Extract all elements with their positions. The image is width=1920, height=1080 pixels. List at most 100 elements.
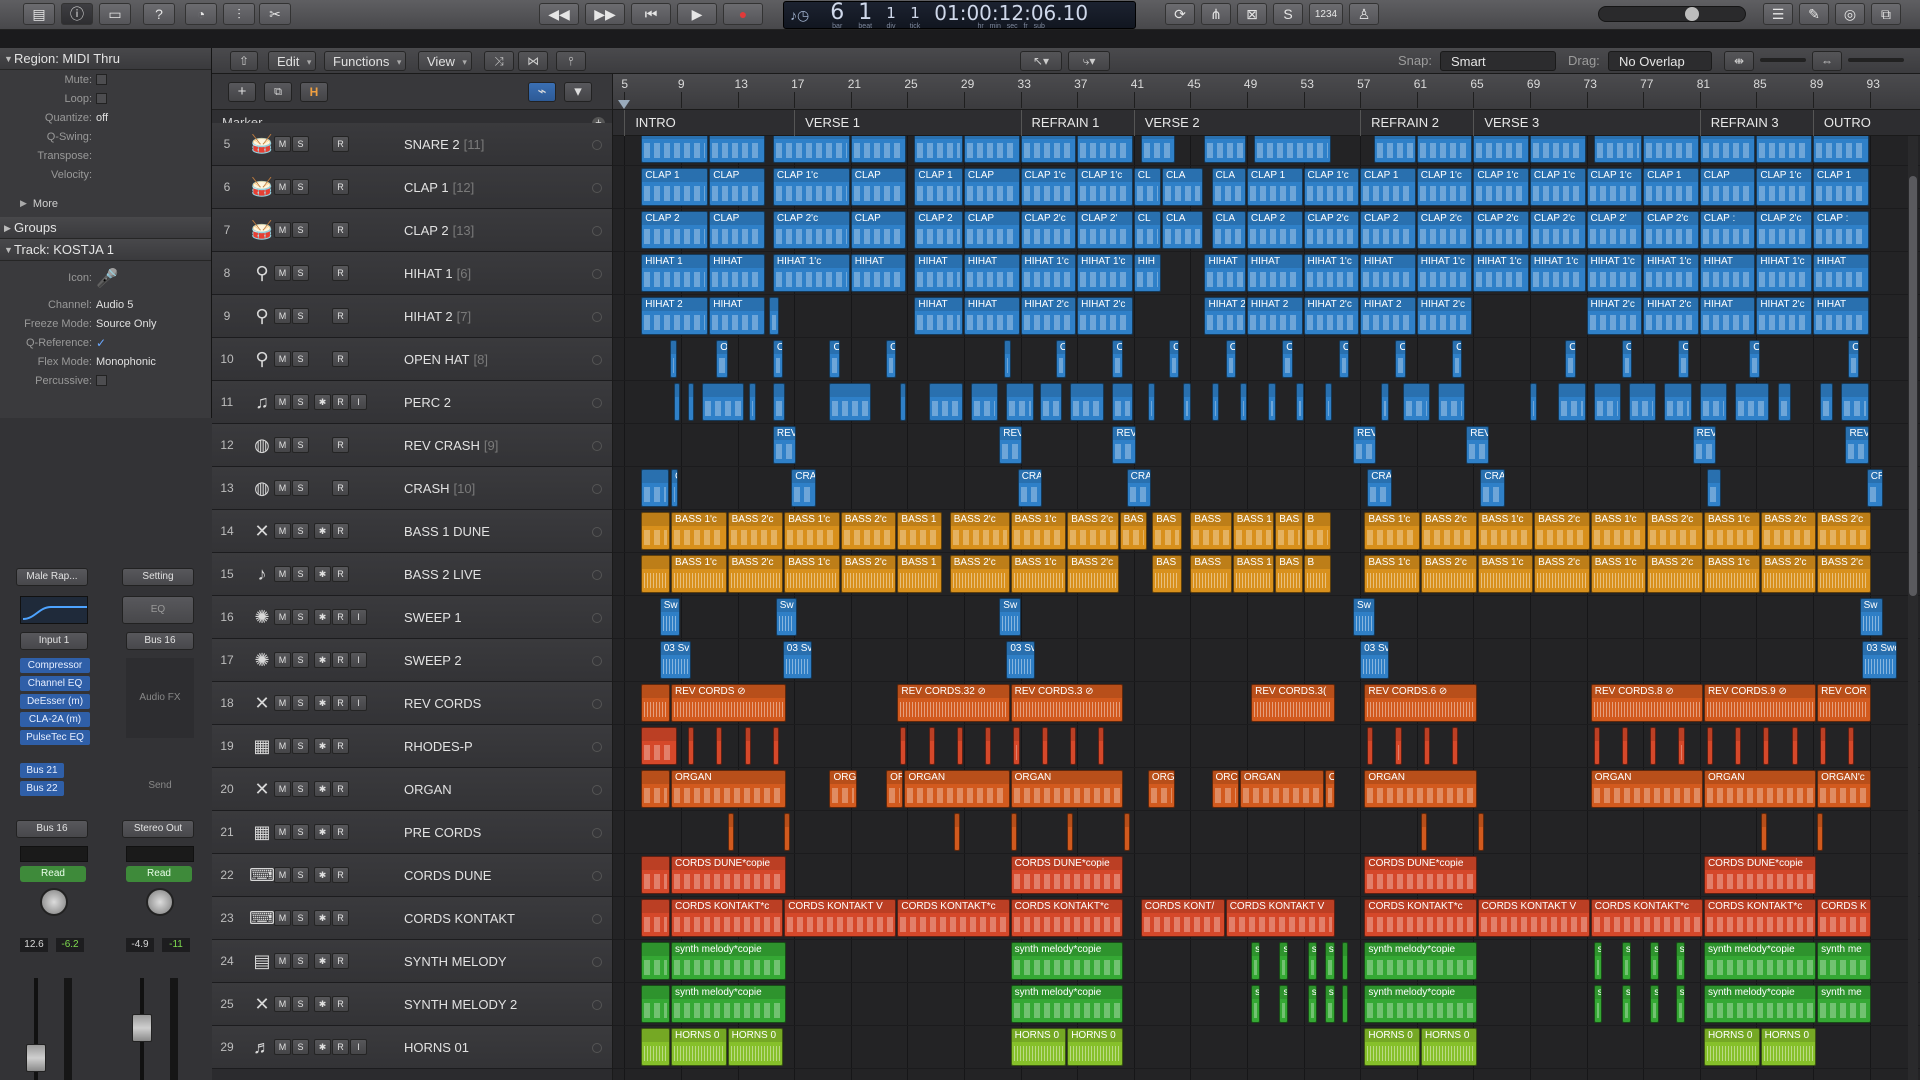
freeze-button[interactable]: ✱	[314, 867, 331, 883]
region-inspector-header[interactable]: ▼ Region: MIDI Thru	[0, 48, 211, 70]
region[interactable]: BASS 1'c	[1364, 555, 1420, 593]
mute-button[interactable]: M	[274, 179, 291, 195]
marker-refrain-1[interactable]: REFRAIN 1	[1020, 110, 1134, 136]
region[interactable]: CLAP	[850, 168, 907, 206]
region[interactable]: BASS 1'c	[1364, 512, 1420, 550]
region[interactable]: BASS 2'c	[1067, 512, 1119, 550]
input-slot[interactable]: Bus 16	[126, 632, 194, 650]
eq-slot[interactable]: EQ	[122, 596, 194, 624]
record-enable-button[interactable]: R	[332, 222, 349, 238]
track-header-clap-1[interactable]: 6 🥁 M S R CLAP 1 [12]	[212, 166, 612, 209]
region[interactable]: BAS	[1152, 512, 1183, 550]
region[interactable]: 03 Swe	[1862, 641, 1897, 679]
track-header-horns-01[interactable]: 29 ♬ M S ✱ R I HORNS 01	[212, 1026, 612, 1069]
pan-knob[interactable]	[146, 888, 174, 916]
region[interactable]: SN	[1140, 136, 1176, 163]
group-slot[interactable]	[126, 846, 194, 862]
bar-ruler[interactable]: 5 9 13 17 21 25 29 33 37 41 45 49 53 57 61 65 69 73 77 81 85…	[612, 74, 1920, 110]
region[interactable]: CORDS DUNE*copie	[1703, 856, 1817, 894]
track-header-rev-cords[interactable]: 18 ✕ M S ✱ R I REV CORDS	[212, 682, 612, 725]
region[interactable]	[669, 340, 678, 378]
region[interactable]: ORGAN	[1239, 770, 1324, 808]
region[interactable]	[956, 727, 963, 765]
solo-button[interactable]: S	[292, 136, 309, 152]
output-slot[interactable]: Stereo Out	[122, 820, 194, 838]
functions-menu[interactable]: Functions	[324, 51, 407, 72]
region[interactable]: HIHAT 2'c	[1586, 297, 1643, 335]
mute-button[interactable]: M	[274, 738, 291, 754]
region[interactable]: BASS 1'c	[1703, 512, 1760, 550]
plugin-slot[interactable]: Channel EQ	[20, 676, 90, 691]
record-enable-button[interactable]: R	[332, 781, 349, 797]
freeze-button[interactable]: ✱	[314, 824, 331, 840]
region[interactable]	[641, 469, 669, 507]
region[interactable]: HIHAT 2	[1204, 297, 1246, 335]
region[interactable]: CLAP 2'c	[772, 211, 850, 249]
region[interactable]: BASS 2'c	[1647, 555, 1703, 593]
track-name[interactable]: SYNTH MELODY	[404, 940, 511, 983]
record-enable-button[interactable]: R	[332, 437, 349, 453]
region[interactable]	[772, 727, 779, 765]
region[interactable]	[829, 383, 871, 421]
track-name[interactable]: HIHAT 1 [6]	[404, 252, 471, 295]
region[interactable]: CORDS KONTAKT*c	[897, 899, 1010, 937]
region[interactable]	[1423, 727, 1430, 765]
record-enable-button[interactable]: R	[332, 136, 349, 152]
preset-button[interactable]: Male Rap...	[16, 568, 88, 586]
solo-button[interactable]: S	[292, 953, 309, 969]
collapse-icon[interactable]: ▾	[564, 82, 592, 102]
region[interactable]	[641, 512, 670, 550]
region[interactable]: synth melody*copie	[1364, 942, 1477, 980]
region[interactable]	[1013, 727, 1020, 765]
region[interactable]: BASS 2'c	[949, 555, 1010, 593]
track-name[interactable]: REV CRASH [9]	[404, 424, 498, 467]
region[interactable]: CORDS KONT/	[1140, 899, 1225, 937]
region[interactable]	[1558, 383, 1586, 421]
region[interactable]: CLAP 2'	[1077, 211, 1133, 249]
region[interactable]	[1296, 383, 1304, 421]
track-inspector-header[interactable]: ▼ Track: KOSTJA 1	[0, 239, 211, 261]
region[interactable]: O	[1055, 340, 1067, 378]
region[interactable]: REV CORDS.9 ⊘	[1703, 684, 1817, 722]
flex-icon[interactable]: ⋈	[518, 51, 548, 71]
record-enable-button[interactable]: R	[332, 1039, 349, 1055]
mixer-icon[interactable]: ⫶	[223, 3, 255, 25]
region[interactable]: O	[829, 340, 840, 378]
region[interactable]: SNARE	[1374, 136, 1416, 163]
region[interactable]: CLAP 1'c	[1077, 168, 1133, 206]
track-header-rhodes-p[interactable]: 19 ▦ M S ✱ R RHODES-P	[212, 725, 612, 768]
region[interactable]: synth melody*copie	[1703, 985, 1817, 1023]
mute-button[interactable]: M	[274, 695, 291, 711]
region[interactable]: HIHAT 1	[641, 254, 709, 292]
region[interactable]: CLAP	[850, 211, 907, 249]
region[interactable]: Sw	[999, 598, 1021, 636]
region[interactable]: BASS 1	[1232, 555, 1275, 593]
solo-button[interactable]: S	[292, 179, 309, 195]
setting-button[interactable]: Setting	[122, 568, 194, 586]
more-disclosure[interactable]: ▶ More	[0, 194, 211, 213]
solo-button[interactable]: S	[292, 480, 309, 496]
track-header-rev-crash[interactable]: 12 ◍ M S R REV CRASH [9]	[212, 424, 612, 467]
region[interactable]	[1621, 727, 1628, 765]
track-name[interactable]: ORGAN	[404, 768, 456, 811]
region[interactable]: O	[1621, 340, 1633, 378]
region[interactable]: O	[1112, 340, 1123, 378]
library-icon[interactable]: ▤	[23, 3, 55, 25]
mute-button[interactable]: M	[274, 1039, 291, 1055]
mute-button[interactable]: M	[274, 652, 291, 668]
track-name[interactable]: REV CORDS	[404, 682, 485, 725]
region[interactable]: HIHAT	[709, 254, 765, 292]
region[interactable]: s	[1324, 985, 1336, 1023]
region[interactable]	[1841, 383, 1869, 421]
solo-button[interactable]: S	[292, 996, 309, 1012]
region[interactable]	[1006, 383, 1034, 421]
region[interactable]: BASS 1	[1232, 512, 1275, 550]
solo-button[interactable]: S	[292, 308, 309, 324]
catch-icon[interactable]: ⤨	[484, 51, 514, 71]
region[interactable]	[1420, 813, 1428, 851]
region[interactable]: HIHAT	[1360, 254, 1416, 292]
send-slot[interactable]: Bus 21	[20, 763, 64, 778]
duplicate-track-icon[interactable]: ⧉	[264, 82, 292, 102]
track-name[interactable]: OPEN HAT [8]	[404, 338, 488, 381]
region[interactable]: BASS 1'c	[671, 512, 727, 550]
